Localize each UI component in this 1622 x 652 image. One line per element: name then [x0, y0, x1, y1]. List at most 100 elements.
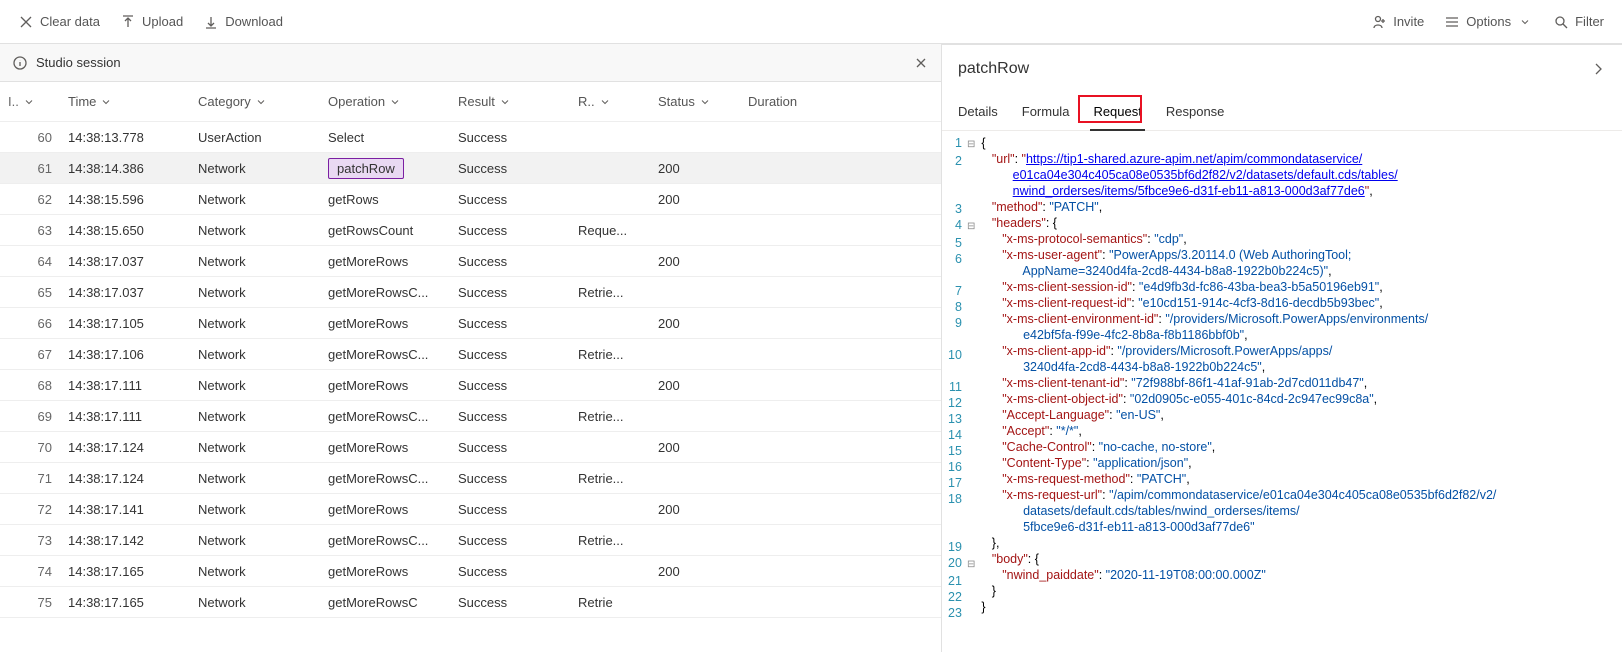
options-button[interactable]: Options	[1434, 8, 1543, 36]
cell-status: 200	[658, 161, 748, 176]
cell-r: Reque...	[578, 223, 658, 238]
upload-button[interactable]: Upload	[110, 8, 193, 36]
download-button[interactable]: Download	[193, 8, 293, 36]
table-row[interactable]: 6214:38:15.596NetworkgetRowsSuccess200	[0, 184, 941, 215]
filter-button[interactable]: Filter	[1543, 8, 1614, 36]
col-r[interactable]: R..	[578, 94, 658, 109]
cell-category: Network	[198, 254, 328, 269]
cell-time: 14:38:17.106	[68, 347, 198, 362]
tab-details[interactable]: Details	[958, 98, 998, 125]
table-row[interactable]: 6314:38:15.650NetworkgetRowsCountSuccess…	[0, 215, 941, 246]
table-row[interactable]: 6514:38:17.037NetworkgetMoreRowsC...Succ…	[0, 277, 941, 308]
cell-result: Success	[458, 192, 578, 207]
cell-index: 72	[8, 502, 68, 517]
col-time[interactable]: Time	[68, 94, 198, 109]
cell-result: Success	[458, 533, 578, 548]
tab-formula[interactable]: Formula	[1022, 98, 1070, 125]
table-row[interactable]: 6114:38:14.386NetworkpatchRowSuccess200	[0, 153, 941, 184]
cell-operation: Select	[328, 130, 458, 145]
invite-label: Invite	[1393, 14, 1424, 29]
cell-time: 14:38:17.111	[68, 409, 198, 424]
cell-category: Network	[198, 533, 328, 548]
detail-panel: patchRow Details Formula Request Respons…	[942, 44, 1622, 652]
cell-operation: getMoreRows	[328, 254, 458, 269]
table-header: I.. Time Category Operation Result R.. S…	[0, 82, 941, 122]
cell-time: 14:38:17.165	[68, 595, 198, 610]
top-toolbar: Clear data Upload Download Invite Option…	[0, 0, 1622, 44]
table-row[interactable]: 7014:38:17.124NetworkgetMoreRowsSuccess2…	[0, 432, 941, 463]
table-row[interactable]: 6614:38:17.105NetworkgetMoreRowsSuccess2…	[0, 308, 941, 339]
col-index[interactable]: I..	[8, 94, 68, 109]
list-icon	[1444, 14, 1460, 30]
cell-r: Retrie...	[578, 285, 658, 300]
clear-data-button[interactable]: Clear data	[8, 8, 110, 36]
tab-request[interactable]: Request	[1093, 98, 1141, 125]
cell-status: 200	[658, 502, 748, 517]
events-table[interactable]: I.. Time Category Operation Result R.. S…	[0, 82, 941, 652]
cell-operation: getMoreRows	[328, 564, 458, 579]
cell-time: 14:38:17.111	[68, 378, 198, 393]
table-row[interactable]: 6014:38:13.778UserActionSelectSuccess	[0, 122, 941, 153]
cell-time: 14:38:15.650	[68, 223, 198, 238]
search-icon	[1553, 14, 1569, 30]
col-duration[interactable]: Duration	[748, 94, 838, 109]
cell-result: Success	[458, 347, 578, 362]
table-row[interactable]: 6814:38:17.111NetworkgetMoreRowsSuccess2…	[0, 370, 941, 401]
cell-operation: getMoreRowsC...	[328, 471, 458, 486]
chevron-right-icon[interactable]	[1590, 61, 1606, 77]
options-label: Options	[1466, 14, 1511, 29]
cell-status: 200	[658, 564, 748, 579]
cell-category: Network	[198, 564, 328, 579]
cell-category: Network	[198, 502, 328, 517]
table-row[interactable]: 6914:38:17.111NetworkgetMoreRowsC...Succ…	[0, 401, 941, 432]
cell-result: Success	[458, 440, 578, 455]
table-row[interactable]: 7414:38:17.165NetworkgetMoreRowsSuccess2…	[0, 556, 941, 587]
cell-operation: getRowsCount	[328, 223, 458, 238]
cell-result: Success	[458, 471, 578, 486]
session-bar: Studio session	[0, 44, 941, 82]
table-row[interactable]: 6414:38:17.037NetworkgetMoreRowsSuccess2…	[0, 246, 941, 277]
table-row[interactable]: 7214:38:17.141NetworkgetMoreRowsSuccess2…	[0, 494, 941, 525]
cell-status: 200	[658, 316, 748, 331]
cell-index: 65	[8, 285, 68, 300]
chevron-down-icon	[1517, 14, 1533, 30]
cell-status: 200	[658, 254, 748, 269]
cell-index: 63	[8, 223, 68, 238]
clear-data-label: Clear data	[40, 14, 100, 29]
cell-category: Network	[198, 161, 328, 176]
cell-index: 62	[8, 192, 68, 207]
person-icon	[1371, 14, 1387, 30]
cell-operation: getMoreRowsC...	[328, 347, 458, 362]
close-icon[interactable]	[913, 55, 929, 71]
upload-icon	[120, 14, 136, 30]
col-result[interactable]: Result	[458, 94, 578, 109]
cell-index: 71	[8, 471, 68, 486]
download-label: Download	[225, 14, 283, 29]
cell-result: Success	[458, 316, 578, 331]
table-row[interactable]: 7114:38:17.124NetworkgetMoreRowsC...Succ…	[0, 463, 941, 494]
cell-operation: getMoreRowsC	[328, 595, 458, 610]
cell-index: 68	[8, 378, 68, 393]
events-panel: Studio session I.. Time Category Operati…	[0, 44, 942, 652]
cell-index: 74	[8, 564, 68, 579]
invite-button[interactable]: Invite	[1361, 8, 1434, 36]
detail-header: patchRow	[942, 45, 1622, 93]
cell-r: Retrie...	[578, 347, 658, 362]
tab-response[interactable]: Response	[1166, 98, 1225, 125]
table-row[interactable]: 6714:38:17.106NetworkgetMoreRowsC...Succ…	[0, 339, 941, 370]
table-row[interactable]: 7314:38:17.142NetworkgetMoreRowsC...Succ…	[0, 525, 941, 556]
cell-category: Network	[198, 440, 328, 455]
cell-status: 200	[658, 192, 748, 207]
cell-time: 14:38:17.142	[68, 533, 198, 548]
col-status[interactable]: Status	[658, 94, 748, 109]
table-row[interactable]: 7514:38:17.165NetworkgetMoreRowsCSuccess…	[0, 587, 941, 618]
cell-r: Retrie...	[578, 533, 658, 548]
cell-status: 200	[658, 378, 748, 393]
col-category[interactable]: Category	[198, 94, 328, 109]
request-body[interactable]: 1 ⊟2 3 4 ⊟5 6 7 8 9 10 11 12 13 14 15 16…	[942, 131, 1622, 652]
cell-category: Network	[198, 409, 328, 424]
info-icon	[12, 55, 28, 71]
cell-r: Retrie...	[578, 471, 658, 486]
col-operation[interactable]: Operation	[328, 94, 458, 109]
cell-operation: getMoreRowsC...	[328, 533, 458, 548]
